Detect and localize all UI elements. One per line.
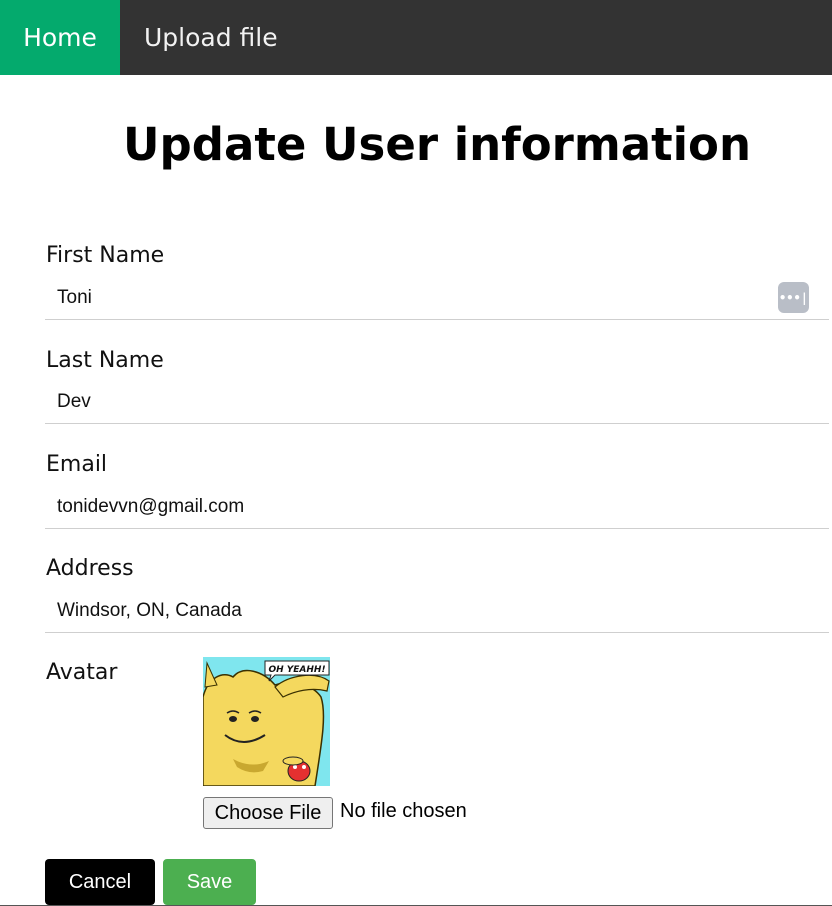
address-input[interactable] xyxy=(45,589,829,633)
first-name-label: First Name xyxy=(46,243,165,268)
avatar-label: Avatar xyxy=(46,660,118,685)
save-button[interactable]: Save xyxy=(163,859,256,905)
nav-home-link[interactable]: Home xyxy=(0,0,120,75)
last-name-input[interactable] xyxy=(45,380,829,424)
nav-upload-file-link[interactable]: Upload file xyxy=(144,0,278,75)
first-name-input[interactable] xyxy=(45,276,829,320)
address-label: Address xyxy=(46,556,134,581)
cancel-button[interactable]: Cancel xyxy=(45,859,155,905)
last-name-label: Last Name xyxy=(46,348,164,373)
file-status-text: No file chosen xyxy=(340,800,467,822)
page-title: Update User information xyxy=(122,118,752,171)
avatar-image: OH YEAHH! xyxy=(203,657,330,786)
choose-file-button[interactable]: Choose File xyxy=(203,797,333,829)
email-label: Email xyxy=(46,452,108,477)
password-key-icon[interactable]: •••| xyxy=(778,282,809,313)
avatar-caption: OH YEAHH! xyxy=(268,665,325,675)
top-navbar: Home Upload file xyxy=(0,0,832,75)
email-input[interactable] xyxy=(45,485,829,529)
